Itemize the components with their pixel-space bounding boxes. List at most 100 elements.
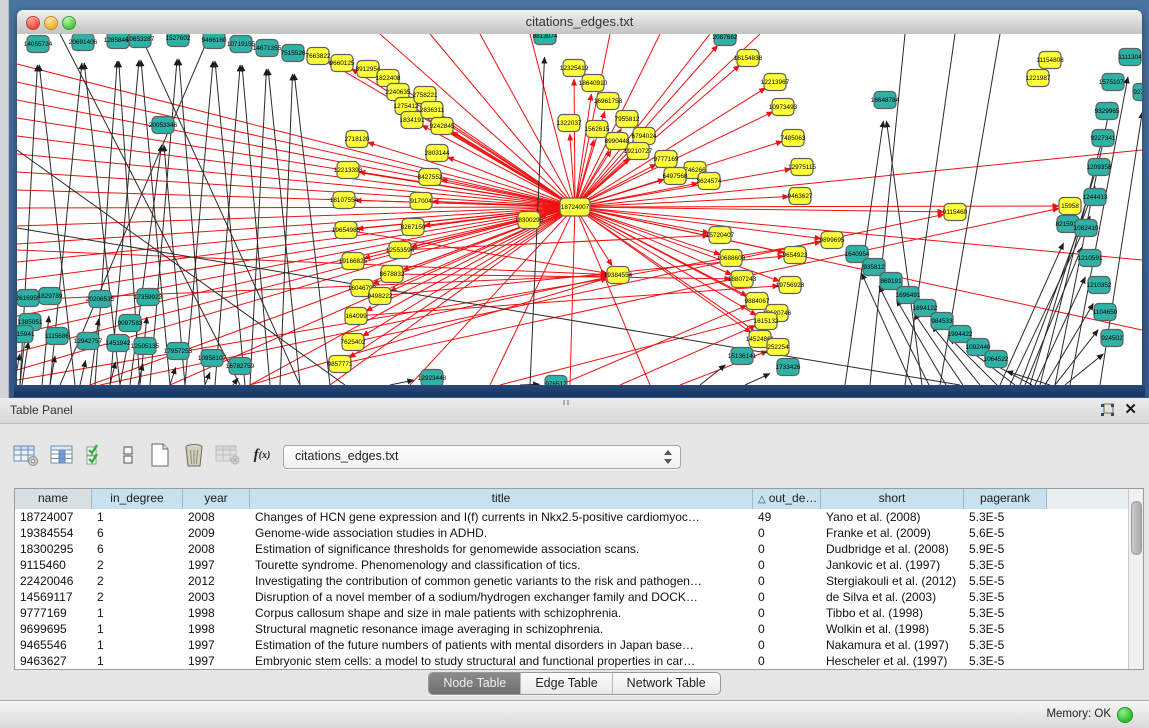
table-row[interactable]: 946362711997Embryonic stem cells: a mode… <box>15 653 1129 669</box>
graph-node[interactable]: 15720407 <box>706 227 735 244</box>
graph-node[interactable]: 8427552 <box>418 169 443 186</box>
graph-node[interactable]: 1733426 <box>776 359 801 376</box>
citation-edge-black[interactable] <box>179 59 205 385</box>
graph-node[interactable]: 10719155 <box>227 36 256 53</box>
graph-node[interactable]: 8678832 <box>380 266 405 283</box>
table-row[interactable]: 1872400712008Changes of HCN gene express… <box>15 509 1129 525</box>
citation-edge-black[interactable] <box>1065 354 1103 385</box>
network-window-titlebar[interactable]: citations_edges.txt <box>17 10 1142 35</box>
graph-node[interactable]: 7955812 <box>615 111 640 128</box>
graph-node[interactable]: 17359923 <box>134 289 163 306</box>
graph-node[interactable]: 7663822 <box>306 48 331 65</box>
citation-edge-red[interactable] <box>17 242 821 380</box>
column-header-short[interactable]: short <box>821 489 964 509</box>
table-row[interactable]: 946554611997Estimation of the future num… <box>15 637 1129 653</box>
citation-edge-black[interactable] <box>1035 277 1085 385</box>
citation-edge-black[interactable] <box>140 34 300 385</box>
graph-node[interactable]: 3915941 <box>17 326 35 343</box>
graph-node[interactable]: 1104650 <box>1093 304 1118 321</box>
graph-node[interactable]: 16154838 <box>734 50 763 67</box>
graph-node[interactable]: 2718120 <box>345 131 370 148</box>
graph-node[interactable]: 11154808 <box>1036 52 1064 69</box>
tab-network-table[interactable]: Network Table <box>613 673 720 694</box>
scrollbar-thumb[interactable] <box>1131 501 1142 555</box>
graph-node[interactable]: 164099 <box>345 308 367 325</box>
citation-edge-red[interactable] <box>17 207 575 352</box>
graph-node[interactable]: 8990448 <box>605 133 630 150</box>
graph-node[interactable]: 6497568 <box>663 168 688 185</box>
graph-node[interactable]: 12213393 <box>334 162 363 179</box>
graph-node[interactable]: 9097583 <box>118 315 143 332</box>
graph-node[interactable]: 20206535 <box>86 291 115 308</box>
column-header-title[interactable]: title <box>250 489 753 509</box>
network-canvas[interactable]: 1405572420691406128584611065328715276029… <box>17 34 1142 385</box>
graph-node[interactable]: 7485063 <box>781 130 806 147</box>
graph-node[interactable]: 976517 <box>545 376 567 386</box>
graph-node[interactable]: 10653287 <box>126 34 155 48</box>
vertical-scrollbar[interactable] <box>1128 489 1143 669</box>
citation-edge-black[interactable] <box>233 378 238 385</box>
graph-node[interactable]: 12975115 <box>788 159 816 176</box>
graph-node[interactable]: 19654985 <box>332 222 361 239</box>
graph-node[interactable]: 10973493 <box>769 99 798 116</box>
citation-edge-red[interactable] <box>17 100 575 207</box>
graph-node[interactable]: 2803144 <box>425 145 450 162</box>
graph-node[interactable]: 1322037 <box>557 115 582 132</box>
graph-node[interactable]: 917004 <box>410 193 432 210</box>
citation-edge-red[interactable] <box>400 236 709 250</box>
citation-edge-red[interactable] <box>570 207 575 385</box>
graph-node[interactable]: 1451942 <box>106 335 131 352</box>
citation-edge-red[interactable] <box>575 207 944 212</box>
graph-node[interactable]: 9857771 <box>328 356 353 373</box>
table-row[interactable]: 2242004622012Investigating the contribut… <box>15 573 1129 589</box>
graph-node[interactable]: 14055724 <box>24 36 53 53</box>
table-row[interactable]: 969969511998Structural magnetic resonanc… <box>15 621 1129 637</box>
graph-node[interactable]: 2087662 <box>713 34 738 46</box>
graph-node[interactable]: 14671355 <box>253 40 282 57</box>
graph-node[interactable]: 8267150 <box>401 219 426 236</box>
table-row[interactable]: 1456911722003Disruption of a novel membe… <box>15 589 1129 605</box>
graph-node[interactable]: 9242845 <box>430 118 455 135</box>
citation-edge-black[interactable] <box>1045 303 1093 385</box>
row-select-icon[interactable] <box>82 441 110 469</box>
memory-status-icon[interactable] <box>1117 707 1133 723</box>
graph-node[interactable]: 15136141 <box>728 348 757 365</box>
graph-node[interactable]: 12325419 <box>560 60 589 77</box>
table-settings-icon[interactable] <box>12 441 40 469</box>
citation-edge-black[interactable] <box>1025 247 1082 385</box>
citation-edge-black[interactable] <box>745 374 770 385</box>
graph-node[interactable]: 15751074 <box>1099 74 1128 91</box>
graph-node[interactable]: 9654923 <box>783 247 808 264</box>
graph-node[interactable]: 12213967 <box>761 74 790 91</box>
graph-node[interactable]: 9227341 <box>1091 130 1116 147</box>
graph-node[interactable]: 19384554 <box>604 267 633 284</box>
graph-node[interactable]: 8813074 <box>533 34 558 45</box>
citation-edge-black[interactable] <box>215 61 245 385</box>
graph-node[interactable]: 1082410 <box>1074 220 1099 237</box>
graph-node[interactable]: 252254 <box>767 339 789 356</box>
graph-node[interactable]: 1527602 <box>166 34 191 47</box>
new-table-icon[interactable] <box>146 441 174 469</box>
citation-edge-black[interactable] <box>242 65 270 385</box>
graph-node[interactable]: 15958 <box>1059 198 1081 215</box>
float-window-icon[interactable] <box>1100 403 1115 418</box>
graph-node[interactable]: 17957253 <box>164 343 193 360</box>
graph-node[interactable]: 18724007 <box>560 198 590 216</box>
citation-edge-black[interactable] <box>886 121 922 385</box>
graph-node[interactable]: 20053346 <box>149 117 178 134</box>
graph-node[interactable]: 9115460 <box>943 204 968 221</box>
graph-node[interactable]: 7515526 <box>281 45 306 62</box>
graph-node[interactable]: 1209358 <box>1087 159 1112 176</box>
citation-edge-red[interactable] <box>575 206 1059 207</box>
column-header-year[interactable]: year <box>183 489 250 509</box>
citation-edge-red[interactable] <box>17 207 575 334</box>
graph-node[interactable]: 16782759 <box>226 358 255 375</box>
citation-edge-black[interactable] <box>280 74 293 385</box>
graph-node[interactable]: 18640910 <box>579 75 608 92</box>
table-row[interactable]: 911546021997Tourette syndrome. Phenomeno… <box>15 557 1129 573</box>
citation-edge-black[interactable] <box>294 74 330 385</box>
graph-node[interactable]: 924502 <box>1101 330 1123 347</box>
graph-node[interactable]: 1111304 <box>1118 49 1142 66</box>
citation-edge-black[interactable] <box>1010 216 1090 385</box>
graph-node[interactable]: 9329965 <box>1095 103 1120 120</box>
